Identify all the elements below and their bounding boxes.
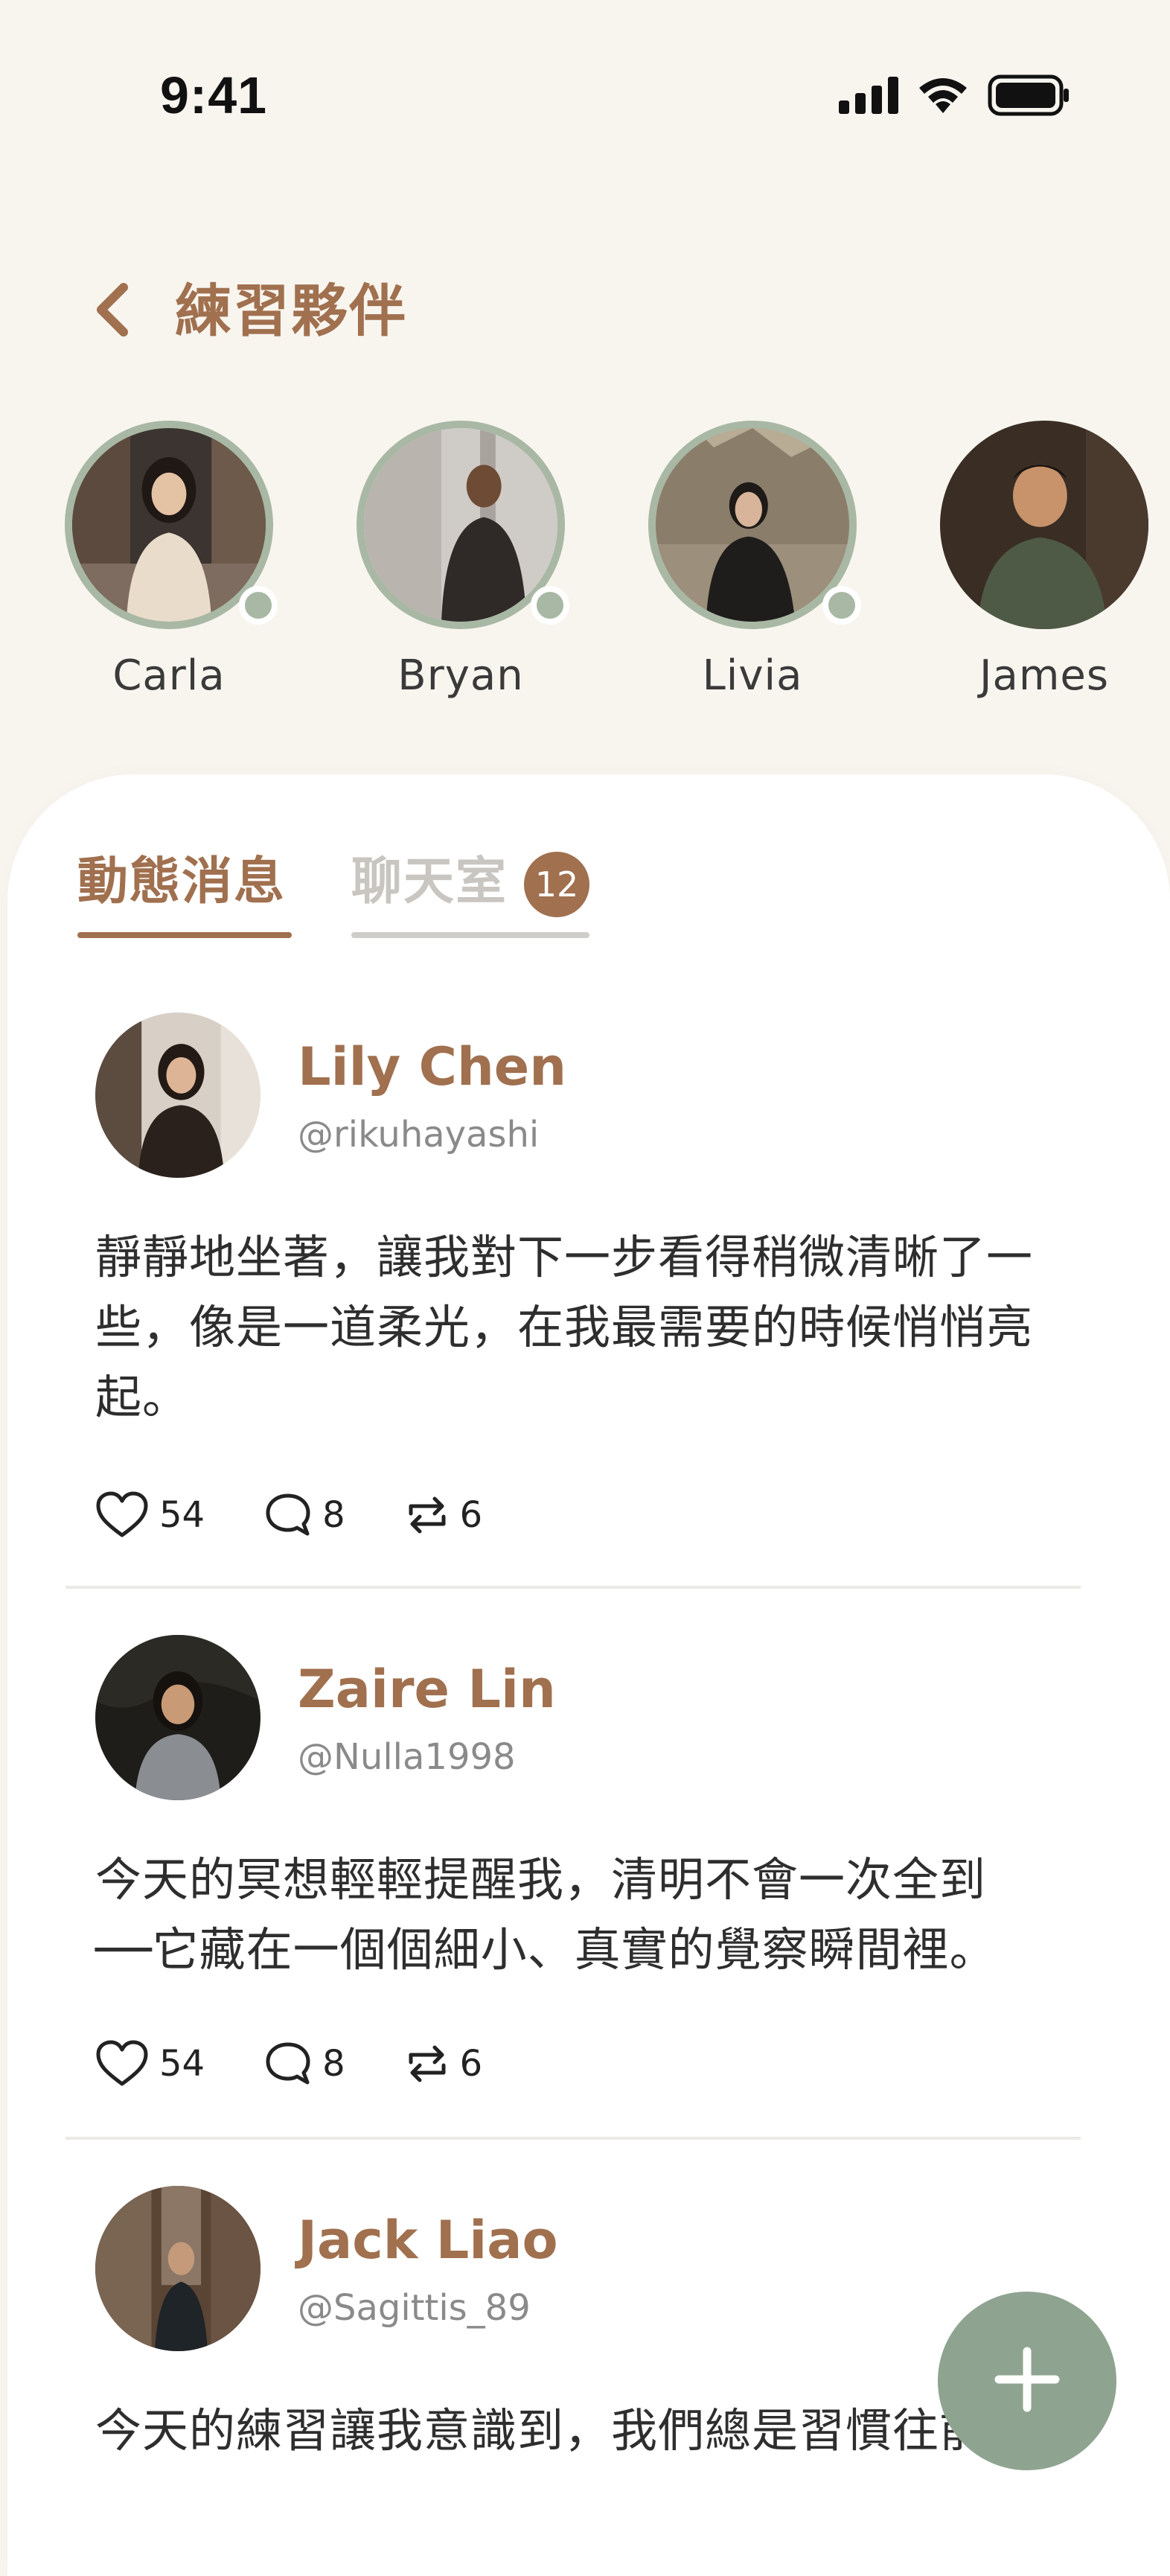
post-body: 靜靜地坐著，讓我對下一步看得稍微清晰了一 些，像是一道柔光，在我最需要的時候悄悄… bbox=[95, 1222, 1078, 1432]
post-author-name[interactable]: Jack Liao bbox=[298, 2210, 558, 2271]
partner-name: Bryan bbox=[397, 651, 524, 700]
post-author-handle: @rikuhayashi bbox=[298, 1114, 540, 1155]
like-button[interactable]: 54 bbox=[95, 1491, 205, 1540]
online-status-indicator bbox=[531, 586, 569, 625]
comment-button[interactable]: 8 bbox=[264, 1492, 345, 1538]
back-button[interactable] bbox=[82, 274, 141, 348]
post-body-line: 些，像是一道柔光，在我最需要的時候悄悄亮 bbox=[95, 1300, 1034, 1354]
wifi-icon bbox=[916, 76, 970, 118]
tab-underline bbox=[77, 932, 292, 938]
avatar bbox=[940, 421, 1148, 629]
partner-name: James bbox=[979, 651, 1109, 700]
battery-icon bbox=[988, 74, 1070, 119]
post-divider bbox=[65, 1586, 1081, 1589]
post-actions: 54 8 6 bbox=[95, 1485, 542, 1545]
repost-count: 6 bbox=[459, 2043, 483, 2085]
post-body-line: 今天的練習讓我意識到，我們總是習慣往前 bbox=[95, 2403, 987, 2458]
repost-button[interactable]: 6 bbox=[405, 2041, 483, 2086]
post-body-line: 靜靜地坐著，讓我對下一步看得稍微清晰了一 bbox=[95, 1230, 1034, 1284]
plus-icon bbox=[991, 2344, 1063, 2418]
avatar[interactable] bbox=[95, 2186, 260, 2351]
repost-button[interactable]: 6 bbox=[405, 1493, 483, 1537]
repost-count: 6 bbox=[459, 1494, 483, 1536]
tab-news-feed[interactable]: 動態消息 bbox=[77, 841, 292, 938]
comment-count: 8 bbox=[322, 1494, 345, 1536]
cellular-signal-icon bbox=[839, 77, 898, 117]
like-button[interactable]: 54 bbox=[95, 2039, 205, 2088]
comment-count: 8 bbox=[322, 2043, 345, 2085]
status-time: 9:41 bbox=[160, 66, 268, 124]
page-title: 練習夥伴 bbox=[175, 278, 407, 344]
comment-bubble-icon bbox=[264, 2041, 312, 2087]
avatar[interactable] bbox=[95, 1635, 260, 1800]
partner-name: Livia bbox=[702, 651, 803, 700]
comment-bubble-icon bbox=[264, 1492, 312, 1538]
status-bar: 9:41 bbox=[0, 0, 1170, 186]
online-status-indicator bbox=[239, 586, 278, 625]
post-actions: 54 8 6 bbox=[95, 2034, 542, 2094]
post-body-line: 今天的冥想輕輕提醒我，清明不會一次全到 bbox=[95, 1852, 987, 1907]
like-count: 54 bbox=[159, 1494, 205, 1536]
partner-bryan[interactable]: Bryan bbox=[349, 421, 572, 718]
post-body-line: 起。 bbox=[95, 1370, 190, 1424]
post-author-name[interactable]: Lily Chen bbox=[298, 1036, 566, 1097]
partner-james[interactable]: James bbox=[933, 421, 1156, 718]
heart-icon bbox=[95, 1491, 149, 1540]
tab-label: 動態消息 bbox=[77, 852, 287, 911]
online-status-indicator bbox=[822, 586, 861, 625]
post-divider bbox=[65, 2137, 1081, 2140]
post-body-line: ──它藏在一個個細小、真實的覺察瞬間裡。 bbox=[95, 1922, 997, 1977]
unread-count-badge: 12 bbox=[524, 852, 589, 917]
partner-livia[interactable]: Livia bbox=[641, 421, 864, 718]
repost-icon bbox=[405, 1493, 450, 1537]
tab-underline bbox=[351, 932, 589, 938]
status-icons bbox=[839, 74, 1070, 119]
repost-icon bbox=[405, 2041, 450, 2086]
post-body: 今天的冥想輕輕提醒我，清明不會一次全到 ──它藏在一個個細小、真實的覺察瞬間裡。 bbox=[95, 1845, 1078, 1985]
tab-chat-room[interactable]: 聊天室 12 bbox=[351, 841, 589, 938]
like-count: 54 bbox=[159, 2043, 205, 2085]
chevron-left-icon bbox=[92, 281, 131, 341]
post-author-handle: @Nulla1998 bbox=[298, 1736, 516, 1778]
comment-button[interactable]: 8 bbox=[264, 2041, 345, 2087]
partner-name: Carla bbox=[112, 651, 226, 700]
partner-carla[interactable]: Carla bbox=[57, 421, 281, 718]
post-author-handle: @Sagittis_89 bbox=[298, 2287, 531, 2329]
heart-icon bbox=[95, 2039, 149, 2088]
new-post-button[interactable] bbox=[938, 2292, 1116, 2470]
post-body: 今天的練習讓我意識到，我們總是習慣往前 bbox=[95, 2396, 1078, 2466]
avatar[interactable] bbox=[95, 1013, 260, 1178]
post-author-name[interactable]: Zaire Lin bbox=[298, 1659, 556, 1720]
